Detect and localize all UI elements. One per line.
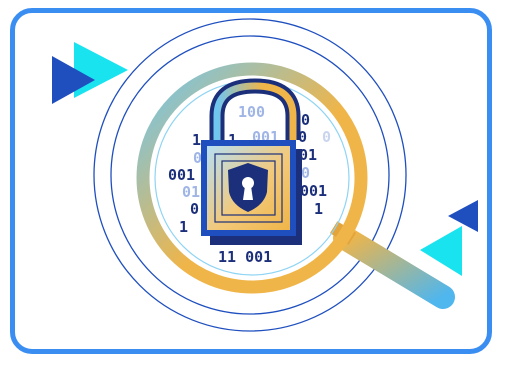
binary-bottom: 11 001	[218, 248, 272, 266]
binary-top-right: 0	[301, 111, 310, 129]
arrow-right-cyan	[420, 226, 462, 276]
binary-row6-left: 0	[190, 200, 199, 218]
binary-top: 100	[238, 103, 265, 121]
binary-row7-left: 1	[179, 218, 188, 236]
binary-row4-right: 0	[301, 164, 310, 182]
arrow-right-blue	[448, 200, 478, 232]
binary-row3-left: 0	[193, 149, 202, 167]
binary-row4-left: 001	[168, 166, 195, 184]
binary-row2-e: 0	[322, 128, 331, 146]
binary-row5-left: 01	[182, 183, 200, 201]
binary-row6-right: 1	[314, 200, 323, 218]
binary-row5-right: 001	[300, 182, 327, 200]
binary-row2-a: 1	[192, 131, 201, 149]
security-audit-illustration: 100 0 1 1 001 0 0 0 01 001 0 01 001 0 1 …	[52, 18, 478, 332]
